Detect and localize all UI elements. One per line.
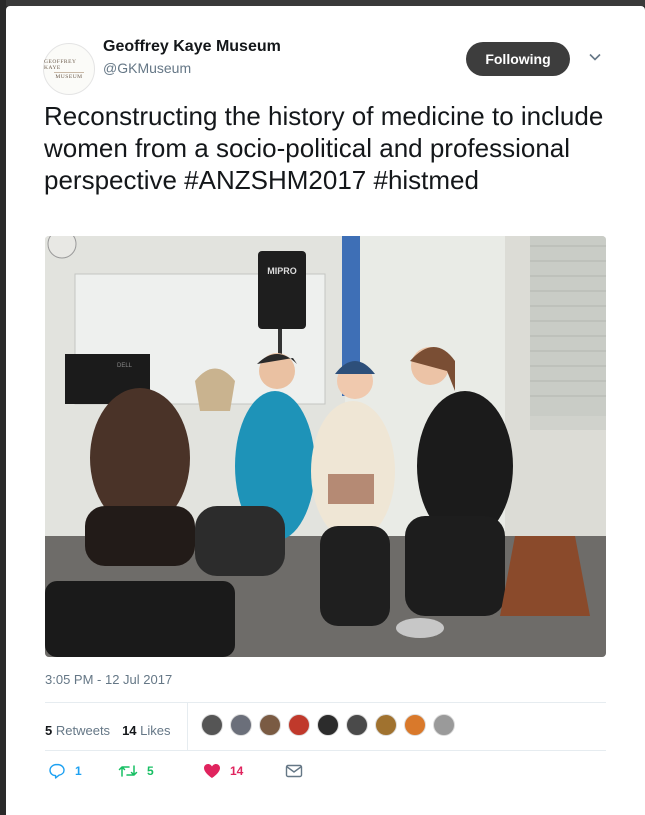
tweet-card: GEOFFREY KAYE MUSEUM Geoffrey Kaye Museu…	[6, 6, 645, 815]
liker-avatar[interactable]	[404, 714, 426, 736]
liker-avatars	[201, 714, 462, 736]
liker-avatar[interactable]	[259, 714, 281, 736]
action-bar: 1 5 14	[48, 762, 303, 780]
avatar-text-line2: MUSEUM	[55, 73, 83, 80]
monitor-brand: DELL	[117, 363, 133, 369]
divider-bottom	[45, 750, 606, 751]
account-handle[interactable]: @GKMuseum	[103, 60, 191, 76]
avatar-text-line1: GEOFFREY KAYE	[44, 58, 77, 71]
retweets-label: Retweets	[55, 722, 111, 738]
avatar-rule	[54, 71, 84, 73]
retweet-button[interactable]: 5	[118, 763, 203, 779]
heart-icon	[204, 764, 220, 778]
tweet-timestamp[interactable]: 3:05 PM - 12 Jul 2017	[45, 672, 172, 687]
account-name[interactable]: Geoffrey Kaye Museum	[103, 38, 281, 56]
direct-message-button[interactable]	[285, 764, 303, 778]
retweet-count: 5	[147, 764, 154, 778]
tweet-photo[interactable]: MIPRO DELL	[45, 236, 606, 657]
reply-button[interactable]: 1	[48, 762, 118, 780]
liker-avatar[interactable]	[433, 714, 455, 736]
liker-avatar[interactable]	[317, 714, 339, 736]
liker-avatar[interactable]	[375, 714, 397, 736]
liker-avatar[interactable]	[230, 714, 252, 736]
chevron-down-icon[interactable]	[589, 51, 601, 63]
likes-label: Likes	[140, 722, 171, 738]
speaker-brand: MIPRO	[267, 266, 297, 276]
divider-top	[45, 702, 606, 703]
retweets-count: 5	[45, 722, 53, 738]
liker-avatar[interactable]	[288, 714, 310, 736]
tweet-text: Reconstructing the history of medicine t…	[44, 101, 604, 195]
engagement-stats: 5 Retweets 14 Likes	[45, 711, 183, 749]
like-button[interactable]: 14	[203, 763, 285, 779]
reply-icon	[49, 763, 65, 779]
liker-avatar[interactable]	[346, 714, 368, 736]
retweet-icon	[118, 765, 138, 777]
liker-avatar[interactable]	[201, 714, 223, 736]
stats-vertical-divider	[187, 703, 188, 750]
envelope-icon	[285, 764, 303, 778]
likes-stat[interactable]: 14 Likes	[122, 723, 170, 738]
following-button[interactable]: Following	[466, 42, 570, 76]
avatar[interactable]: GEOFFREY KAYE MUSEUM	[43, 43, 95, 95]
reply-count: 1	[75, 764, 82, 778]
like-count: 14	[230, 764, 244, 778]
photo-illustration: MIPRO DELL	[45, 236, 606, 657]
retweets-stat[interactable]: 5 Retweets	[45, 723, 110, 738]
likes-count: 14	[122, 722, 137, 738]
